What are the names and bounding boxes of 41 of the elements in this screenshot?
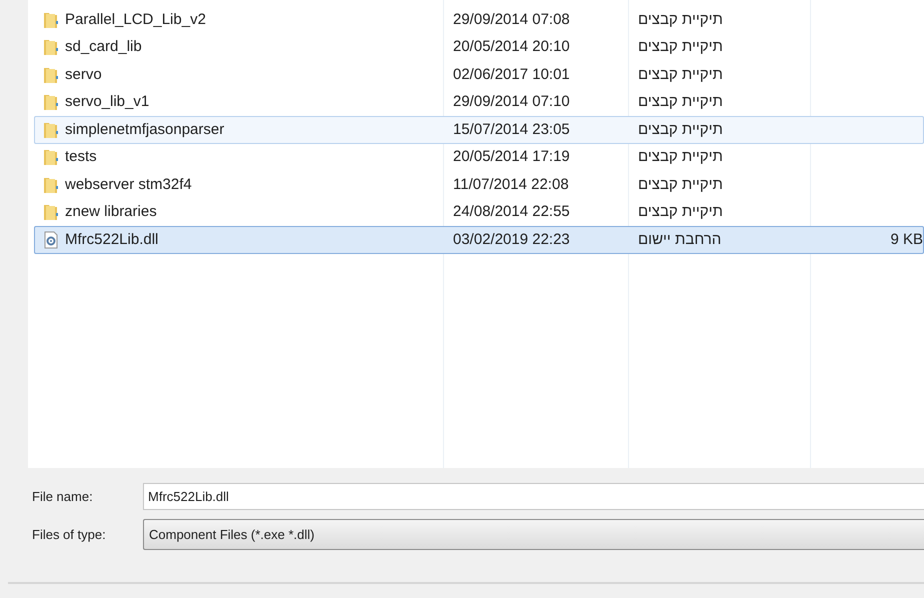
file-name: servo_lib_v1 [65, 92, 150, 112]
folder-icon [43, 93, 59, 112]
date-modified: 20/05/2014 17:19 [453, 148, 570, 165]
folder-icon [43, 120, 59, 139]
file-type: תיקיית קבצים [638, 66, 723, 82]
date-modified: 29/09/2014 07:10 [453, 93, 570, 110]
folder-icon [43, 176, 59, 194]
file-type: תיקיית קבצים [638, 176, 723, 192]
date-modified: 03/02/2019 22:23 [453, 230, 570, 248]
file-type-dropdown[interactable]: Component Files (*.exe *.dll) [143, 519, 924, 550]
file-type: תיקיית קבצים [638, 203, 723, 220]
gear-file-icon [43, 230, 59, 249]
folder-icon [43, 38, 59, 56]
file-name: sd_card_lib [65, 37, 142, 57]
date-modified: 02/06/2017 10:01 [453, 66, 570, 82]
file-name-field[interactable]: Mfrc522Lib.dll [143, 483, 924, 510]
file-type: הרחבת יישום [638, 230, 722, 248]
date-modified: 20/05/2014 20:10 [453, 38, 570, 55]
date-modified: 11/07/2014 22:08 [453, 176, 569, 192]
file-name-label: File name: [32, 488, 94, 506]
file-name: servo [65, 64, 102, 84]
file-name: webserver stm32f4 [65, 174, 192, 194]
folder-icon [43, 148, 59, 166]
folder-icon [43, 203, 59, 222]
file-type-label: Files of type: [32, 526, 107, 544]
file-type: תיקיית קבצים [638, 38, 723, 55]
file-size: 9 KB [890, 230, 923, 250]
folder-icon [43, 10, 59, 29]
folder-icon [43, 66, 59, 84]
file-type: תיקיית קבצים [638, 148, 723, 165]
file-type: תיקיית קבצים [638, 93, 723, 110]
file-type: תיקיית קבצים [638, 120, 723, 138]
file-name: Mfrc522Lib.dll [65, 230, 158, 250]
file-name: znew libraries [65, 202, 157, 222]
file-name: Parallel_LCD_Lib_v2 [65, 10, 206, 30]
file-name: tests [65, 147, 97, 167]
date-modified: 24/08/2014 22:55 [453, 203, 570, 220]
file-name: simplenetmfjasonparser [65, 120, 224, 140]
date-modified: 15/07/2014 23:05 [453, 120, 570, 138]
file-type: תיקיית קבצים [638, 10, 723, 28]
date-modified: 29/09/2014 07:08 [453, 10, 570, 28]
